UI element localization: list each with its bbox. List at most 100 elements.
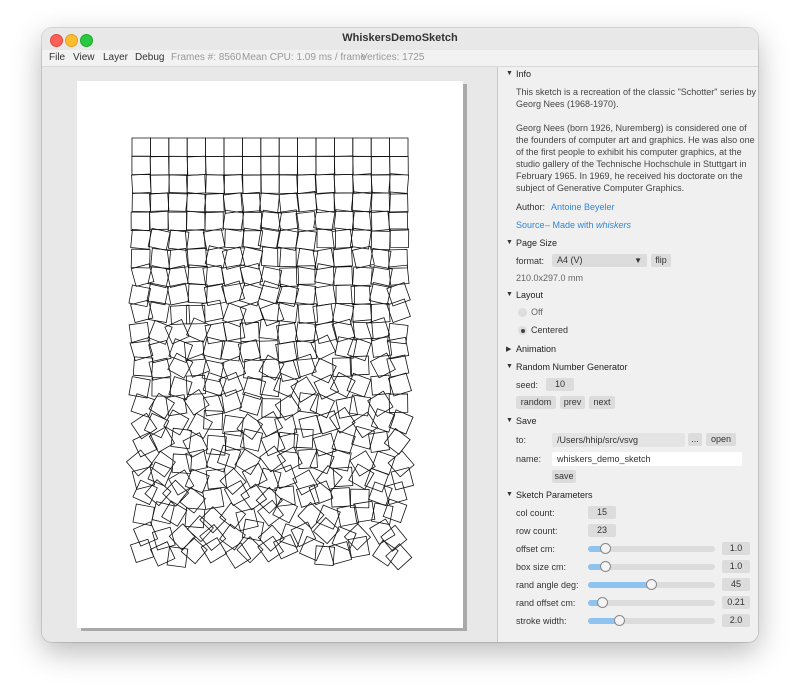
menu-layer[interactable]: Layer [103, 52, 128, 63]
format-dropdown[interactable]: A4 (V) ▼ [552, 254, 647, 267]
schotter-square [148, 192, 170, 213]
schotter-square [162, 479, 190, 507]
prev-button[interactable]: prev [560, 396, 585, 409]
schotter-square [290, 376, 317, 403]
layout-centered-radio[interactable] [518, 326, 527, 335]
rand-angle-slider[interactable] [588, 579, 715, 590]
layout-centered-label[interactable]: Centered [531, 325, 568, 335]
whiskers-link[interactable]: whiskers [596, 220, 631, 230]
menu-debug[interactable]: Debug [135, 52, 164, 63]
sketch-canvas-area[interactable] [42, 67, 497, 642]
schotter-square [184, 340, 205, 362]
params-disclosure-icon[interactable]: ▼ [506, 491, 513, 498]
author-link[interactable]: Antoine Beyeler [551, 202, 615, 212]
schotter-square [333, 192, 354, 212]
slider-value[interactable]: 45 [722, 578, 750, 591]
schotter-square [294, 321, 317, 344]
menu-file[interactable]: File [49, 52, 65, 63]
seed-value-field[interactable]: 10 [546, 378, 574, 391]
save-name-field[interactable]: whiskers_demo_sketch [552, 452, 742, 466]
browse-button[interactable]: ... [688, 433, 702, 446]
slider-value[interactable]: 1.0 [722, 560, 750, 573]
schotter-square [224, 542, 252, 569]
info-intro-text: This sketch is a recreation of the class… [516, 87, 756, 109]
schotter-square [186, 155, 207, 176]
schotter-square [372, 539, 399, 567]
schotter-square [328, 541, 353, 565]
sidebar-panel: ▼ Info This sketch is a recreation of th… [498, 67, 758, 642]
slider-knob[interactable] [599, 543, 611, 554]
col-count-field[interactable]: 15 [588, 506, 616, 519]
schotter-square [204, 193, 225, 214]
schotter-square [388, 211, 409, 231]
schotter-square [370, 230, 391, 251]
flip-button[interactable]: flip [651, 254, 671, 267]
offset-slider[interactable] [588, 543, 715, 554]
schotter-square [185, 353, 211, 378]
stroke-width-slider[interactable] [588, 615, 715, 626]
schotter-square [239, 301, 264, 326]
schotter-square [273, 534, 299, 560]
layout-disclosure-icon[interactable]: ▼ [506, 291, 513, 298]
row-count-field[interactable]: 23 [588, 524, 616, 537]
box-size-slider[interactable] [588, 561, 715, 572]
schotter-square [202, 372, 227, 397]
schotter-square [278, 137, 299, 157]
layout-off-radio[interactable] [518, 308, 527, 317]
random-button[interactable]: random [516, 396, 556, 409]
slider-value[interactable]: 1.0 [722, 542, 750, 555]
schotter-square [260, 174, 280, 194]
menu-view[interactable]: View [73, 52, 95, 63]
schotter-square [389, 155, 409, 176]
format-label: format: [516, 256, 545, 266]
schotter-square [203, 410, 224, 431]
schotter-square [346, 372, 372, 398]
layout-off-label[interactable]: Off [531, 307, 543, 317]
info-disclosure-icon[interactable]: ▼ [506, 70, 513, 77]
schotter-square [279, 267, 300, 288]
page-size-disclosure-icon[interactable]: ▼ [506, 239, 513, 246]
schotter-square [349, 450, 376, 477]
info-header[interactable]: Info [516, 69, 531, 79]
page-size-header[interactable]: Page Size [516, 238, 557, 248]
schotter-square [165, 264, 189, 288]
layout-header[interactable]: Layout [516, 290, 543, 300]
save-disclosure-icon[interactable]: ▼ [506, 417, 513, 424]
save-path-field[interactable]: /Users/hhip/src/vsvg [552, 433, 685, 447]
schotter-square [308, 480, 334, 506]
save-button[interactable]: save [552, 470, 576, 483]
schotter-square [335, 396, 359, 419]
schotter-square [314, 320, 338, 344]
schotter-square [333, 209, 355, 231]
open-button[interactable]: open [706, 433, 736, 446]
slider-knob[interactable] [646, 579, 657, 590]
slider-knob[interactable] [597, 597, 609, 608]
slider-knob[interactable] [599, 561, 611, 572]
row-count-label: row count: [516, 526, 558, 536]
schotter-square [350, 191, 372, 213]
rand-offset-slider[interactable] [588, 597, 715, 608]
schotter-square [171, 453, 193, 474]
source-link[interactable]: Source [516, 220, 545, 230]
schotter-square [238, 282, 263, 307]
schotter-square [241, 137, 262, 157]
format-value: A4 (V) [557, 255, 583, 265]
rng-disclosure-icon[interactable]: ▼ [506, 363, 513, 370]
save-header[interactable]: Save [516, 416, 537, 426]
schotter-square [149, 210, 169, 231]
slider-knob[interactable] [613, 615, 625, 626]
schotter-square [333, 266, 353, 287]
schotter-square [333, 137, 354, 157]
slider-value[interactable]: 0.21 [722, 596, 750, 609]
schotter-square [315, 137, 335, 157]
schotter-square [278, 155, 298, 176]
slider-value[interactable]: 2.0 [722, 614, 750, 627]
schotter-square [168, 174, 189, 195]
animation-disclosure-icon[interactable]: ▶ [506, 345, 511, 353]
next-button[interactable]: next [589, 396, 615, 409]
schotter-square [219, 502, 247, 530]
rng-header[interactable]: Random Number Generator [516, 362, 628, 372]
animation-header[interactable]: Animation [516, 344, 556, 354]
schotter-square [241, 518, 265, 542]
params-header[interactable]: Sketch Parameters [516, 490, 593, 500]
